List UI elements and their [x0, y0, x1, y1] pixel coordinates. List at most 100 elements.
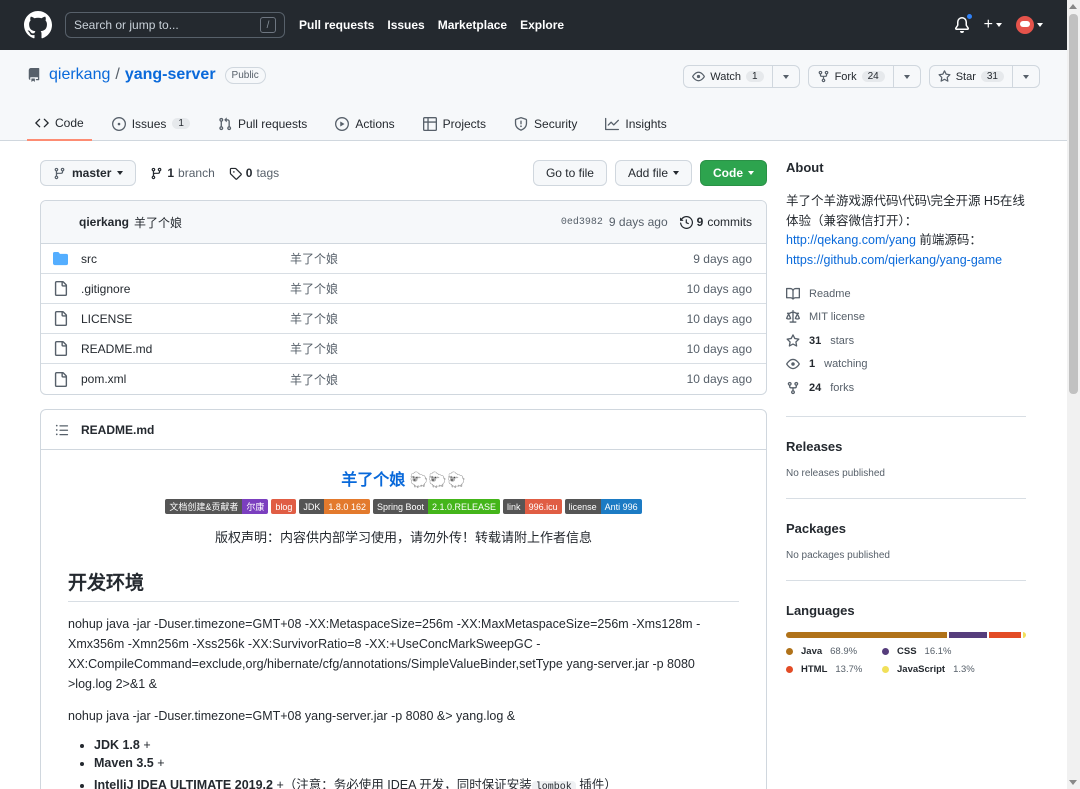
- file-commit-message[interactable]: 羊了个娘: [290, 280, 338, 297]
- tab-code[interactable]: Code: [27, 112, 92, 141]
- forks-link[interactable]: 24 forks: [786, 376, 1026, 400]
- language-bar-segment[interactable]: [786, 631, 948, 638]
- packages-heading[interactable]: Packages: [786, 521, 1026, 536]
- releases-heading[interactable]: Releases: [786, 439, 1026, 454]
- create-new-menu[interactable]: +: [984, 16, 1002, 34]
- notifications-bell-icon[interactable]: [954, 13, 973, 33]
- branch-selector-button[interactable]: master: [40, 160, 137, 186]
- language-bar-segment[interactable]: [988, 631, 1021, 638]
- tab-actions[interactable]: Actions: [327, 112, 402, 141]
- tab-security[interactable]: Security: [506, 112, 585, 141]
- add-file-button[interactable]: Add file: [614, 160, 692, 186]
- readme-badge[interactable]: license Anti 996: [564, 499, 642, 514]
- star-button[interactable]: Star 31: [930, 66, 1013, 87]
- readme-title: 羊了个娘 🐑🐑🐑: [68, 466, 739, 490]
- tab-issues[interactable]: Issues 1: [104, 112, 198, 141]
- file-name[interactable]: LICENSE: [81, 312, 290, 326]
- repo-header: qierkang / yang-server Public Watch 1 Fo…: [0, 50, 1067, 141]
- frontend-source-link[interactable]: https://github.com/qierkang/yang-game: [786, 253, 1002, 267]
- fork-button[interactable]: Fork 24: [809, 66, 894, 87]
- readme-link[interactable]: Readme: [786, 282, 1026, 306]
- scroll-up-arrow-icon[interactable]: [1069, 4, 1077, 9]
- language-name: Java: [801, 645, 823, 657]
- file-commit-message[interactable]: 羊了个娘: [290, 371, 338, 388]
- code-button[interactable]: Code: [700, 160, 767, 186]
- readme-badge[interactable]: JDK 1.8.0 162: [299, 499, 370, 514]
- badge-value: blog: [271, 499, 297, 514]
- readme-badge[interactable]: link 996.icu: [503, 499, 562, 514]
- file-row[interactable]: src 羊了个娘 9 days ago: [41, 244, 766, 274]
- file-name[interactable]: src: [81, 252, 290, 266]
- repo-owner-link[interactable]: qierkang: [49, 66, 110, 84]
- language-percent: 1.3%: [953, 663, 975, 675]
- user-menu[interactable]: [1016, 16, 1043, 34]
- file-row[interactable]: README.md 羊了个娘 10 days ago: [41, 334, 766, 364]
- commit-message-link[interactable]: 羊了个娘: [134, 214, 182, 231]
- file-age: 9 days ago: [693, 251, 752, 266]
- readme-filename[interactable]: README.md: [81, 423, 154, 437]
- language-legend: Java 68.9% CSS 16.1% HTML 13.7% JavaScript 1.3%: [786, 646, 1026, 675]
- tab-pull-requests[interactable]: Pull requests: [210, 112, 315, 141]
- code-icon: [35, 118, 49, 127]
- readme-badge[interactable]: 文档创建&贡献者 尔康: [165, 499, 269, 514]
- commits-history-link[interactable]: 9 commits: [679, 215, 752, 229]
- watchers-link[interactable]: 1 watching: [786, 353, 1026, 377]
- nav-pull-requests[interactable]: Pull requests: [299, 18, 374, 32]
- nav-issues[interactable]: Issues: [387, 18, 424, 32]
- list-icon[interactable]: [55, 423, 69, 437]
- watch-button[interactable]: Watch 1: [684, 66, 773, 87]
- releases-section: Releases No releases published: [786, 415, 1026, 479]
- scroll-down-arrow-icon[interactable]: [1069, 780, 1077, 785]
- commit-sha-link[interactable]: 0ed3982: [561, 217, 603, 228]
- repo-name-link[interactable]: yang-server: [125, 66, 216, 84]
- language-legend-item[interactable]: CSS 16.1%: [882, 646, 1002, 657]
- homepage-link[interactable]: http://qekang.com/yang: [786, 233, 916, 247]
- tags-link[interactable]: 0 tags: [229, 166, 279, 180]
- star-icon: [786, 333, 800, 347]
- branches-link[interactable]: 1 branch: [150, 166, 215, 180]
- commit-author-link[interactable]: qierkang: [79, 215, 129, 229]
- language-legend-item[interactable]: Java 68.9%: [786, 646, 870, 657]
- file-name[interactable]: .gitignore: [81, 282, 290, 296]
- watch-dropdown-button[interactable]: [773, 66, 799, 87]
- stars-link[interactable]: 31 stars: [786, 329, 1026, 353]
- tags-count: 0: [245, 166, 253, 180]
- readme-badge[interactable]: blog: [271, 499, 297, 514]
- readme-badge[interactable]: Spring Boot 2.1.0.RELEASE: [372, 499, 501, 514]
- file-commit-message[interactable]: 羊了个娘: [290, 340, 338, 357]
- language-legend-item[interactable]: JavaScript 1.3%: [882, 664, 1002, 675]
- tab-label: Code: [55, 115, 84, 130]
- command-paragraph: nohup java -jar -Duser.timezone=GMT+08 -…: [68, 617, 701, 691]
- go-to-file-button[interactable]: Go to file: [532, 160, 607, 186]
- language-legend-item[interactable]: HTML 13.7%: [786, 664, 870, 675]
- scrollbar-thumb[interactable]: [1069, 14, 1078, 394]
- tab-insights[interactable]: Insights: [597, 112, 674, 141]
- fork-dropdown-button[interactable]: [894, 66, 920, 87]
- readme-title-link[interactable]: 羊了个娘: [341, 472, 405, 489]
- file-row[interactable]: pom.xml 羊了个娘 10 days ago: [41, 364, 766, 394]
- command-paragraph: nohup java -jar -Duser.timezone=GMT+08 y…: [68, 709, 516, 723]
- license-link[interactable]: MIT license: [786, 306, 1026, 330]
- star-dropdown-button[interactable]: [1013, 66, 1039, 87]
- github-logo-icon[interactable]: [24, 11, 52, 39]
- slash-shortcut-key: /: [260, 17, 276, 33]
- copyright-notice: 版权声明：内容供内部学习使用，请勿外传！转载请附上作者信息: [214, 530, 592, 545]
- language-bar-segment[interactable]: [1022, 631, 1026, 638]
- language-bar-segment[interactable]: [949, 631, 987, 638]
- file-name[interactable]: README.md: [81, 342, 290, 356]
- file-name[interactable]: pom.xml: [81, 372, 290, 386]
- page-scrollbar[interactable]: [1067, 0, 1080, 789]
- file-row[interactable]: LICENSE 羊了个娘 10 days ago: [41, 304, 766, 334]
- tab-projects[interactable]: Projects: [415, 112, 494, 141]
- file-commit-message[interactable]: 羊了个娘: [290, 250, 338, 267]
- file-row[interactable]: .gitignore 羊了个娘 10 days ago: [41, 274, 766, 304]
- nav-explore[interactable]: Explore: [520, 18, 564, 32]
- tab-label: Issues: [131, 116, 167, 131]
- file-commit-message[interactable]: 羊了个娘: [290, 310, 338, 327]
- chevron-down-icon: [1023, 74, 1029, 79]
- fork-icon: [787, 381, 799, 394]
- search-input[interactable]: Search or jump to... /: [65, 12, 285, 38]
- watch-label: Watch: [710, 70, 741, 83]
- visibility-badge: Public: [224, 66, 266, 84]
- nav-marketplace[interactable]: Marketplace: [438, 18, 507, 32]
